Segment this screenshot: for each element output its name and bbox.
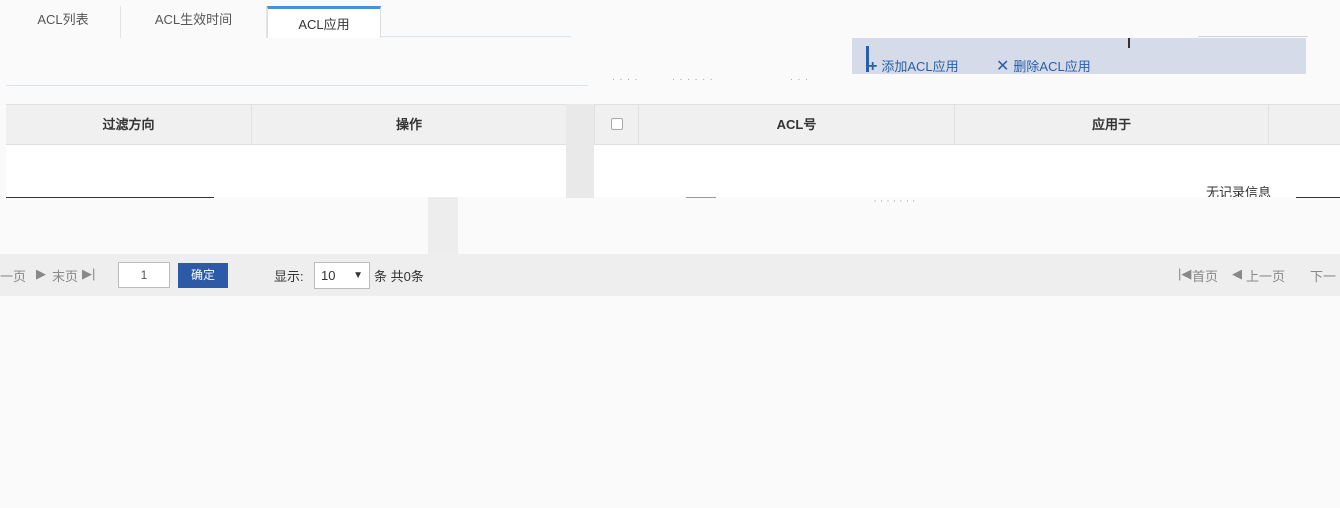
first-page-link[interactable]: 首页 bbox=[1192, 266, 1218, 285]
tab-acl-apply[interactable]: ACL应用 bbox=[267, 6, 381, 38]
add-acl-apply-label: 添加ACL应用 bbox=[881, 60, 959, 74]
next-page-link[interactable]: 下一 bbox=[1310, 266, 1336, 285]
select-all-cell bbox=[595, 105, 639, 145]
prev-arrow-icon: ◀ bbox=[1232, 266, 1242, 281]
left-table-header: 过滤方向 操作 bbox=[6, 104, 566, 145]
delete-acl-apply-button[interactable]: ✕ 删除ACL应用 bbox=[996, 60, 1116, 74]
empty-message: 无记录信息 bbox=[1206, 186, 1272, 197]
toolbar-fragment: ∙ ∙ ∙ ∙ ∙ ∙ bbox=[672, 74, 714, 85]
tab-bar: ACL列表 ACL生效时间 ACL应用 bbox=[6, 6, 1306, 38]
prev2-page-link[interactable]: 上一页 bbox=[1246, 266, 1285, 285]
left-table-body bbox=[6, 145, 566, 197]
go-button[interactable]: 确定 bbox=[178, 263, 228, 288]
next-arrow-icon: ▶ bbox=[36, 266, 46, 281]
glitch-fragment: ∙ ∙ ∙ ∙ ∙ ∙ ∙ bbox=[874, 196, 916, 205]
glitch-line bbox=[1198, 36, 1308, 37]
row-divider bbox=[6, 197, 214, 198]
tab-acl-list[interactable]: ACL列表 bbox=[6, 6, 121, 38]
plus-icon: + bbox=[868, 60, 878, 74]
page-size-select[interactable]: 10 ▼ bbox=[314, 262, 370, 289]
page-size-label: 显示: bbox=[274, 269, 304, 284]
chevron-down-icon: ▼ bbox=[353, 270, 363, 281]
glitch-mark bbox=[1128, 38, 1130, 48]
last-page-icon: ▶| bbox=[82, 266, 96, 281]
prev-page-link[interactable]: 一页 bbox=[0, 266, 26, 285]
record-count: 条 共0条 bbox=[374, 269, 424, 284]
row-divider bbox=[686, 197, 716, 198]
tab-divider bbox=[381, 36, 571, 37]
last-page-link[interactable]: 末页 bbox=[52, 266, 78, 285]
right-table-header: ACL号 应用于 bbox=[594, 104, 1340, 145]
toolbar-divider bbox=[6, 85, 588, 86]
row-divider bbox=[1296, 197, 1340, 198]
add-acl-apply-button[interactable]: + 添加ACL应用 bbox=[868, 60, 984, 74]
toolbar-fragment: ∙ ∙ ∙ ∙ bbox=[612, 74, 639, 85]
pagination-bar: 一页 ▶ 末页 ▶| 1 确定 显示: 10 ▼ 条 共0条 |◀ 首页 ◀ 上… bbox=[0, 254, 1340, 296]
scrollbar-track[interactable] bbox=[566, 104, 594, 198]
scrollbar-thumb[interactable] bbox=[428, 197, 458, 254]
page-number-input[interactable]: 1 bbox=[118, 262, 170, 288]
select-all-checkbox[interactable] bbox=[611, 118, 623, 130]
first-page-icon: |◀ bbox=[1178, 266, 1192, 281]
toolbar-fragment: ∙ ∙ ∙ bbox=[790, 74, 809, 85]
column-acl-number: ACL号 bbox=[639, 105, 955, 145]
toolbar-panel-gap bbox=[852, 74, 1306, 84]
column-operation: 操作 bbox=[395, 117, 422, 132]
column-applied-to: 应用于 bbox=[955, 105, 1269, 145]
delete-acl-apply-label: 删除ACL应用 bbox=[1013, 60, 1091, 74]
page-size-value: 10 bbox=[321, 268, 336, 283]
x-icon: ✕ bbox=[996, 60, 1010, 74]
tab-acl-time[interactable]: ACL生效时间 bbox=[121, 6, 267, 38]
column-filter-direction: 过滤方向 bbox=[6, 105, 252, 145]
